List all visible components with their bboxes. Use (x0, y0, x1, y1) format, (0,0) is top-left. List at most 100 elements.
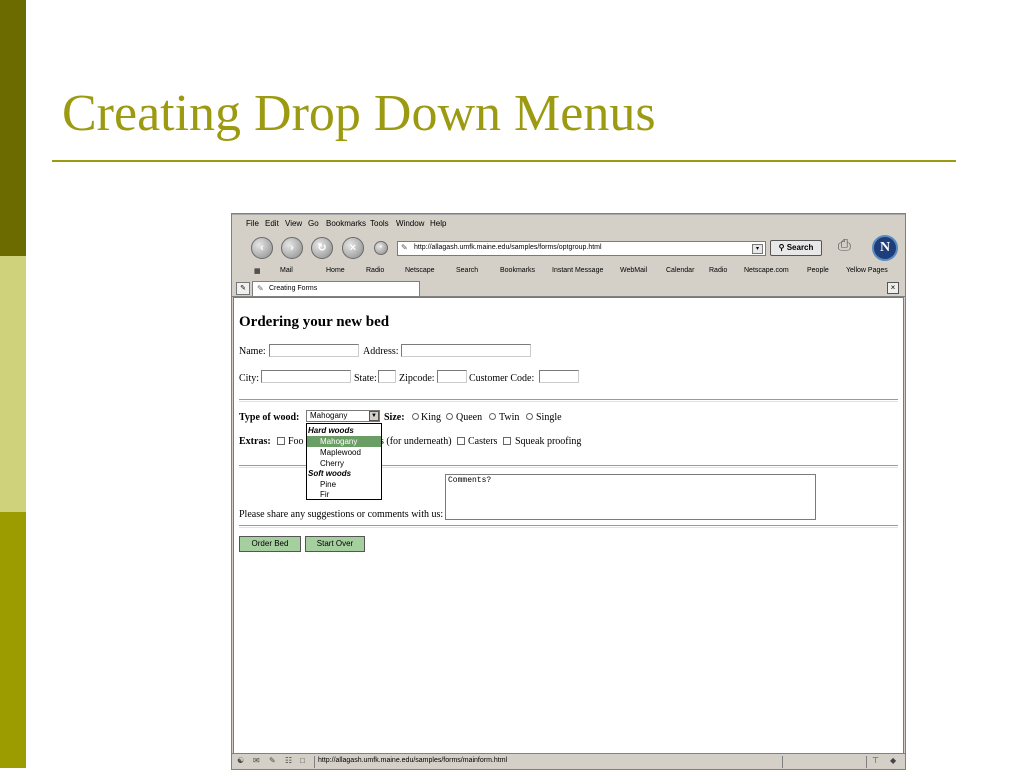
divider (239, 525, 898, 528)
home-icon[interactable]: • (374, 241, 388, 255)
customer-code-input[interactable] (539, 370, 579, 383)
tab-label: Creating Forms (269, 285, 318, 292)
pb-radio[interactable]: Radio (366, 267, 384, 274)
page-icon: ✎ (401, 243, 408, 252)
divider (239, 399, 898, 402)
comments-textarea[interactable]: Comments? (445, 474, 816, 520)
menu-file[interactable]: File (246, 219, 259, 228)
pb-yellow-pages[interactable]: Yellow Pages (846, 267, 888, 274)
extra-casters-label: Casters (468, 436, 498, 447)
security-lock-icon[interactable]: ◆ (890, 756, 896, 765)
state-label: State: (354, 373, 377, 384)
search-button-label: Search (786, 243, 814, 252)
browser-window: File Edit View Go Bookmarks Tools Window… (231, 213, 906, 770)
tab-bar: ✎ ✎ Creating Forms × (232, 280, 905, 297)
size-radio-king[interactable] (412, 413, 419, 420)
optgroup-soft-woods: Soft woods (308, 469, 352, 478)
menu-edit[interactable]: Edit (265, 219, 279, 228)
size-label: Size: (384, 412, 405, 423)
menu-bar: File Edit View Go Bookmarks Tools Window… (232, 214, 905, 234)
city-input[interactable] (261, 370, 351, 383)
size-radio-queen[interactable] (446, 413, 453, 420)
start-over-button[interactable]: Start Over (305, 536, 365, 552)
personal-toolbar: ▦ Mail Home Radio Netscape Search Bookma… (232, 264, 905, 280)
url-text: http://allagash.umfk.maine.edu/samples/f… (414, 244, 602, 251)
name-input[interactable] (269, 344, 359, 357)
menu-go[interactable]: Go (308, 219, 319, 228)
option-fir[interactable]: Fir (307, 489, 381, 500)
slide-title: Creating Drop Down Menus (62, 85, 656, 142)
size-twin-label: Twin (499, 412, 520, 423)
menu-window[interactable]: Window (396, 219, 424, 228)
personal-toolbar-icon[interactable]: ▦ (254, 267, 261, 275)
extra-squeak-label: Squeak proofing (515, 436, 582, 447)
optgroup-hard-woods: Hard woods (308, 426, 354, 435)
new-tab-icon[interactable]: ✎ (236, 282, 250, 295)
mail-icon[interactable]: ✉ (253, 756, 260, 765)
pb-mail[interactable]: Mail (280, 267, 293, 274)
pb-search[interactable]: Search (456, 267, 478, 274)
side-band-middle (0, 256, 26, 512)
customer-code-label: Customer Code: (469, 373, 535, 384)
menu-bookmarks[interactable]: Bookmarks (326, 219, 366, 228)
close-tab-icon[interactable]: × (887, 282, 899, 294)
extra-casters-checkbox[interactable] (457, 437, 465, 445)
extra-footboard-checkbox[interactable] (277, 437, 285, 445)
wood-select[interactable]: Mahogany ▼ (306, 410, 380, 422)
menu-view[interactable]: View (285, 219, 302, 228)
pb-instant-message[interactable]: Instant Message (552, 267, 603, 274)
extra-squeak-checkbox[interactable] (503, 437, 511, 445)
composer-icon[interactable]: ✎ (269, 756, 276, 765)
netscape-logo-icon[interactable]: N (872, 235, 898, 261)
reload-icon[interactable]: ↻ (311, 237, 333, 259)
address-input[interactable] (401, 344, 531, 357)
pb-home[interactable]: Home (326, 267, 345, 274)
navigator-icon[interactable]: ☯ (237, 756, 244, 765)
option-maplewood[interactable]: Maplewood (307, 447, 381, 458)
back-icon[interactable]: ‹ (251, 237, 273, 259)
city-label: City: (239, 373, 260, 384)
online-status-icon[interactable]: ⊤ (872, 756, 879, 765)
stop-icon[interactable]: × (342, 237, 364, 259)
status-bar: ☯ ✉ ✎ ☷ □ http://allagash.umfk.maine.edu… (232, 753, 905, 769)
pb-radio-2[interactable]: Radio (709, 267, 727, 274)
size-radio-single[interactable] (526, 413, 533, 420)
comments-prompt: Please share any suggestions or comments… (239, 509, 444, 520)
order-bed-button[interactable]: Order Bed (239, 536, 301, 552)
pb-calendar[interactable]: Calendar (666, 267, 694, 274)
forward-icon[interactable]: › (281, 237, 303, 259)
print-icon[interactable]: ⎙ (838, 237, 851, 255)
tab-creating-forms[interactable]: ✎ Creating Forms (252, 281, 420, 296)
address-book-icon[interactable]: ☷ (285, 756, 292, 765)
wood-label: Type of wood: (239, 412, 300, 423)
pb-netscape-com[interactable]: Netscape.com (744, 267, 789, 274)
url-dropdown-icon[interactable]: ▾ (752, 244, 763, 254)
wood-dropdown-list: Hard woods Mahogany Maplewood Cherry Sof… (306, 423, 382, 500)
page-info-icon[interactable]: □ (300, 756, 305, 765)
search-button[interactable]: ⚲ Search (770, 240, 822, 256)
pb-people[interactable]: People (807, 267, 829, 274)
size-single-label: Single (536, 412, 562, 423)
side-band-bottom (0, 512, 26, 768)
status-url: http://allagash.umfk.maine.edu/samples/f… (318, 757, 508, 764)
option-mahogany[interactable]: Mahogany (307, 436, 381, 447)
zipcode-input[interactable] (437, 370, 467, 383)
address-label: Address: (363, 346, 399, 357)
pb-netscape[interactable]: Netscape (405, 267, 435, 274)
navigation-toolbar: ‹ › ↻ × • ✎ http://allagash.umfk.maine.e… (232, 234, 905, 264)
pb-bookmarks[interactable]: Bookmarks (500, 267, 535, 274)
chevron-down-icon[interactable]: ▼ (369, 411, 379, 421)
tab-page-icon: ✎ (257, 284, 264, 293)
menu-tools[interactable]: Tools (370, 219, 389, 228)
state-input[interactable] (378, 370, 396, 383)
url-field[interactable]: ✎ http://allagash.umfk.maine.edu/samples… (397, 241, 766, 256)
size-queen-label: Queen (456, 412, 483, 423)
wood-select-value: Mahogany (310, 411, 348, 420)
menu-help[interactable]: Help (430, 219, 446, 228)
extras-label: Extras: (239, 436, 271, 447)
pb-webmail[interactable]: WebMail (620, 267, 647, 274)
search-icon: ⚲ (778, 243, 785, 252)
title-underline (52, 160, 956, 162)
size-radio-twin[interactable] (489, 413, 496, 420)
extra-drawers-label: s (for underneath) (380, 436, 452, 447)
